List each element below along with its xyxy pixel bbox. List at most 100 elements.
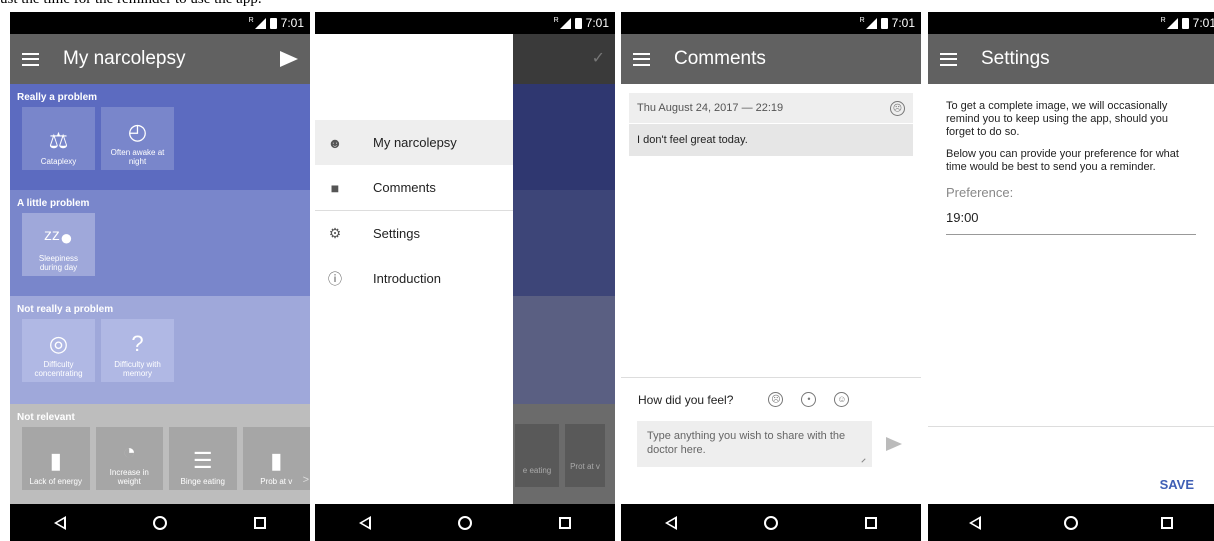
- drawer-item[interactable]: ■ Comments: [315, 165, 513, 210]
- status-time: 7:01: [585, 16, 609, 30]
- feel-question: How did you feel?: [638, 392, 734, 407]
- drawer-item-label: Introduction: [373, 271, 441, 286]
- symptom-tile[interactable]: ◔ Increase in weight: [95, 427, 163, 490]
- comment-card[interactable]: Thu August 24, 2017 — 22:19 ☹ I don't fee…: [629, 93, 913, 156]
- preference-time-field[interactable]: 19:00: [946, 211, 1196, 235]
- recent-apps-icon[interactable]: [559, 516, 572, 529]
- menu-icon[interactable]: [22, 52, 39, 66]
- symptom-label: Difficulty concentrating: [34, 360, 83, 378]
- home-icon[interactable]: [457, 515, 472, 530]
- nav-drawer: ☻ My narcolepsy ■ Comments ⚙ Settings ⓘ Introdu…: [315, 34, 513, 504]
- scroll-right-icon[interactable]: >: [303, 474, 309, 486]
- check-icon: ✓: [513, 34, 615, 84]
- symptom-icon: ◴: [127, 119, 148, 144]
- battery-icon: [880, 17, 888, 29]
- screen-drawer: R 7:01 ✓ e eating Prot at v ☻ My narcoleps…: [315, 12, 615, 541]
- symptom-icon: ☰: [192, 448, 213, 473]
- bg-tile: e eating: [515, 424, 559, 487]
- status-time: 7:01: [891, 16, 915, 30]
- battery-icon: [1181, 17, 1189, 29]
- drawer-item[interactable]: ☻ My narcolepsy: [315, 120, 513, 165]
- symptom-tile[interactable]: ◴ Often awake at night: [101, 107, 174, 170]
- save-bar: SAVE: [928, 426, 1214, 504]
- back-icon[interactable]: [969, 515, 982, 530]
- symptom-icon: ◎: [48, 331, 69, 356]
- menu-icon[interactable]: [940, 52, 957, 66]
- screen-my-narcolepsy: R 7:01 My narcolepsy Really a problem ⚖ Cat…: [10, 12, 310, 541]
- symptom-tile[interactable]: ▮ Prob at v: [242, 427, 310, 490]
- neutral-face-icon[interactable]: •: [801, 392, 817, 407]
- symptom-tile[interactable]: ◎ Difficulty concentrating: [22, 319, 95, 382]
- section-header: A little problem: [17, 198, 90, 209]
- symptom-label: Prob at v: [260, 477, 293, 486]
- toolbar: My narcolepsy: [10, 34, 310, 84]
- send-icon[interactable]: [886, 437, 902, 451]
- symptom-label: Binge eating: [180, 477, 225, 486]
- back-icon[interactable]: [53, 515, 66, 530]
- info-icon: ⓘ: [328, 270, 342, 287]
- settings-description: Below you can provide your preference fo…: [946, 148, 1179, 173]
- drawer-item-label: My narcolepsy: [373, 135, 457, 150]
- sad-face-icon[interactable]: ☹: [768, 392, 784, 407]
- recent-apps-icon[interactable]: [1160, 516, 1173, 529]
- bg-tile: Prot at v: [565, 424, 605, 487]
- symptom-icon: ◔: [122, 439, 136, 464]
- comment-text: I don't feel great today.: [629, 123, 913, 156]
- signal-icon: [559, 17, 571, 29]
- drawer-scrim[interactable]: ✓ e eating Prot at v: [513, 34, 615, 512]
- recent-apps-icon[interactable]: [865, 516, 878, 529]
- symptom-icon: ▮: [49, 448, 62, 473]
- page-title: Comments: [674, 48, 766, 69]
- nav-bar: [10, 504, 310, 541]
- problem-section: Not relevant ▮ Lack of energy ◔ Increase in …: [10, 404, 310, 512]
- symptom-label: Often awake at night: [110, 148, 165, 166]
- section-header: Not really a problem: [17, 304, 114, 315]
- symptom-tile[interactable]: ? Difficulty with memory: [101, 319, 174, 382]
- comment-input[interactable]: Type anything you wish to share with the…: [637, 421, 872, 467]
- section-header: Really a problem: [17, 92, 98, 103]
- comment-date: Thu August 24, 2017 — 22:19: [637, 102, 784, 114]
- happy-face-icon[interactable]: ☺: [834, 392, 850, 407]
- page-title: Settings: [981, 48, 1050, 69]
- status-bar: R 7:01: [621, 12, 921, 34]
- nav-bar: [621, 504, 921, 541]
- problem-sections: Really a problem ⚖ Cataplexy ◴ Often awake a…: [10, 84, 310, 512]
- preference-label: Preference:: [946, 185, 1014, 200]
- signal-icon: [254, 17, 266, 29]
- symptom-icon: ᶻᶻ●: [43, 225, 74, 250]
- page-title: My narcolepsy: [63, 48, 186, 69]
- comment-icon: ■: [330, 179, 340, 196]
- home-icon[interactable]: [763, 515, 778, 530]
- home-icon[interactable]: [1063, 515, 1078, 530]
- symptom-tile[interactable]: ▮ Lack of energy: [22, 427, 90, 490]
- symptom-icon: ⚖: [48, 128, 69, 153]
- symptom-icon: ▮: [270, 448, 283, 473]
- battery-icon: [269, 17, 277, 29]
- symptom-tile[interactable]: ᶻᶻ● Sleepiness during day: [22, 213, 95, 276]
- recent-apps-icon[interactable]: [254, 516, 267, 529]
- symptom-tile[interactable]: ☰ Binge eating: [169, 427, 237, 490]
- status-time: 7:01: [280, 16, 304, 30]
- section-header: Not relevant: [17, 412, 75, 423]
- save-button[interactable]: SAVE: [1160, 477, 1194, 492]
- drawer-item[interactable]: ⚙ Settings: [315, 211, 513, 256]
- back-icon[interactable]: [358, 515, 371, 530]
- drawer-item[interactable]: ⓘ Introduction: [315, 256, 513, 301]
- drawer-item-label: Settings: [373, 226, 420, 241]
- back-icon[interactable]: [664, 515, 677, 530]
- menu-icon[interactable]: [633, 52, 650, 66]
- problem-section: Really a problem ⚖ Cataplexy ◴ Often awake a…: [10, 84, 310, 190]
- signal-icon: [865, 17, 877, 29]
- status-time: 7:01: [1192, 16, 1214, 30]
- symptom-label: Cataplexy: [40, 157, 77, 166]
- signal-icon: [1166, 17, 1178, 29]
- symptom-icon: ?: [131, 331, 144, 356]
- symptom-tile[interactable]: ⚖ Cataplexy: [22, 107, 95, 170]
- home-icon[interactable]: [152, 515, 167, 530]
- symptom-label: Difficulty with memory: [114, 360, 161, 378]
- toolbar: Settings: [928, 34, 1214, 84]
- settings-description: To get a complete image, we will occasio…: [946, 100, 1168, 138]
- symptom-label: Increase in weight: [109, 468, 149, 486]
- send-icon[interactable]: [280, 51, 298, 67]
- nav-bar: [928, 504, 1214, 541]
